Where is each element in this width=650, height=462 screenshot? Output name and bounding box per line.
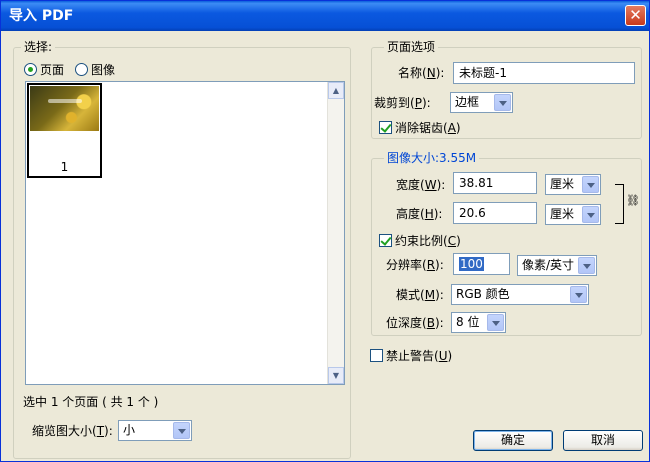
chevron-down-icon[interactable] [487,314,504,331]
title-bar[interactable]: 导入 PDF ✕ [1,1,649,31]
chevron-down-icon[interactable] [494,94,511,111]
width-unit-value[interactable]: 厘米 [550,177,574,191]
antialias-checkbox-box[interactable] [379,121,392,134]
depth-select[interactable]: 8 位 [451,312,506,333]
chevron-down-icon[interactable] [578,257,595,274]
select-legend: 选择: [21,40,56,55]
constrain-bracket [615,184,624,224]
suppress-warnings-checkbox[interactable]: 禁止警告(U) [370,347,452,364]
constrain-label[interactable]: 约束比例(C) [395,232,461,249]
name-label: 名称(N): [398,66,445,80]
depth-value[interactable]: 8 位 [456,315,479,329]
name-field[interactable]: 未标题-1 [453,62,635,84]
resolution-label: 分辨率(R): [386,258,444,272]
ok-button[interactable]: 确定 [473,430,553,451]
image-size-legend: 图像大小:3.55M [384,151,480,166]
antialias-checkbox[interactable]: 消除锯齿(A) [379,119,461,136]
mode-value[interactable]: RGB 颜色 [456,287,510,301]
height-unit-select[interactable]: 厘米 [545,204,601,225]
width-field[interactable]: 38.81 [453,172,537,194]
constrain-checkbox-box[interactable] [379,234,392,247]
width-unit-select[interactable]: 厘米 [545,174,601,195]
selection-status: 选中 1 个页面 ( 共 1 个 ) [23,395,159,409]
page-thumbnail-number: 1 [60,160,69,174]
cancel-button[interactable]: 取消 [563,430,643,451]
chevron-down-icon[interactable] [173,422,190,439]
thumb-size-value[interactable]: 小 [123,423,135,437]
chain-link-icon: ⛓ [626,194,640,207]
crop-select[interactable]: 边框 [450,92,513,113]
resolution-unit-select[interactable]: 像素/英寸 [517,255,597,276]
page-options-legend: 页面选项 [384,40,439,55]
import-pdf-dialog: 导入 PDF ✕ 选择: 页面 图像 1 ▲ ▼ 选中 1 个页面 ( 共 1 … [0,0,650,462]
resolution-unit-value[interactable]: 像素/英寸 [522,258,574,272]
mode-select[interactable]: RGB 颜色 [451,284,589,305]
radio-pages[interactable]: 页面 [24,61,64,78]
crop-value[interactable]: 边框 [455,95,479,109]
chevron-down-icon[interactable] [582,206,599,223]
antialias-label[interactable]: 消除锯齿(A) [395,119,461,136]
page-thumbnail-image [30,86,99,131]
radio-pages-label[interactable]: 页面 [40,61,64,78]
thumb-size-select[interactable]: 小 [118,420,192,441]
height-label: 高度(H): [396,207,443,221]
close-button[interactable]: ✕ [625,5,646,26]
radio-images[interactable]: 图像 [75,61,115,78]
thumbnail-list[interactable]: 1 ▲ ▼ [25,81,345,385]
page-thumbnail[interactable]: 1 [27,83,102,178]
dialog-title: 导入 PDF [9,8,74,24]
suppress-warnings-checkbox-box[interactable] [370,349,383,362]
mode-label: 模式(M): [396,288,444,302]
radio-pages-dot[interactable] [24,63,37,76]
suppress-warnings-label[interactable]: 禁止警告(U) [386,347,452,364]
radio-images-label[interactable]: 图像 [91,61,115,78]
thumb-size-label: 缩览图大小(T): [32,424,113,438]
constrain-checkbox[interactable]: 约束比例(C) [379,232,461,249]
height-field[interactable]: 20.6 [453,202,537,224]
chevron-down-icon[interactable] [582,176,599,193]
crop-label: 裁剪到(P): [374,96,431,110]
width-label: 宽度(W): [396,178,446,192]
scroll-down-icon[interactable]: ▼ [328,367,344,384]
resolution-field[interactable]: 100 [453,253,510,275]
height-unit-value[interactable]: 厘米 [550,207,574,221]
radio-images-dot[interactable] [75,63,88,76]
scroll-up-icon[interactable]: ▲ [328,82,344,99]
chevron-down-icon[interactable] [570,286,587,303]
depth-label: 位深度(B): [386,316,444,330]
close-icon[interactable]: ✕ [629,6,642,24]
thumbnail-scrollbar[interactable]: ▲ ▼ [327,82,344,384]
